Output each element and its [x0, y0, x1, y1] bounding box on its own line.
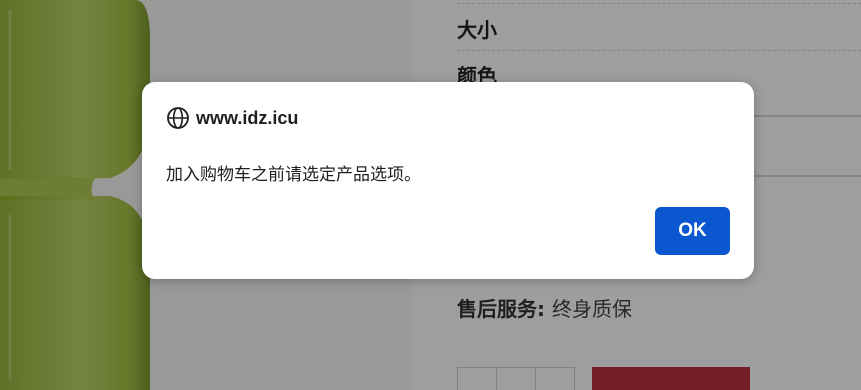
dialog-host: www.idz.icu	[196, 107, 299, 128]
alert-dialog: www.idz.icu 加入购物车之前请选定产品选项。 OK	[142, 82, 754, 279]
globe-icon	[166, 106, 190, 130]
dialog-header: www.idz.icu	[166, 106, 298, 130]
ok-button[interactable]: OK	[655, 207, 730, 255]
dialog-message: 加入购物车之前请选定产品选项。	[166, 165, 421, 185]
product-page: 大小 颜色 售后服务: 终身质保 www.idz.icu 加入购物车之前请选定产…	[0, 0, 861, 390]
